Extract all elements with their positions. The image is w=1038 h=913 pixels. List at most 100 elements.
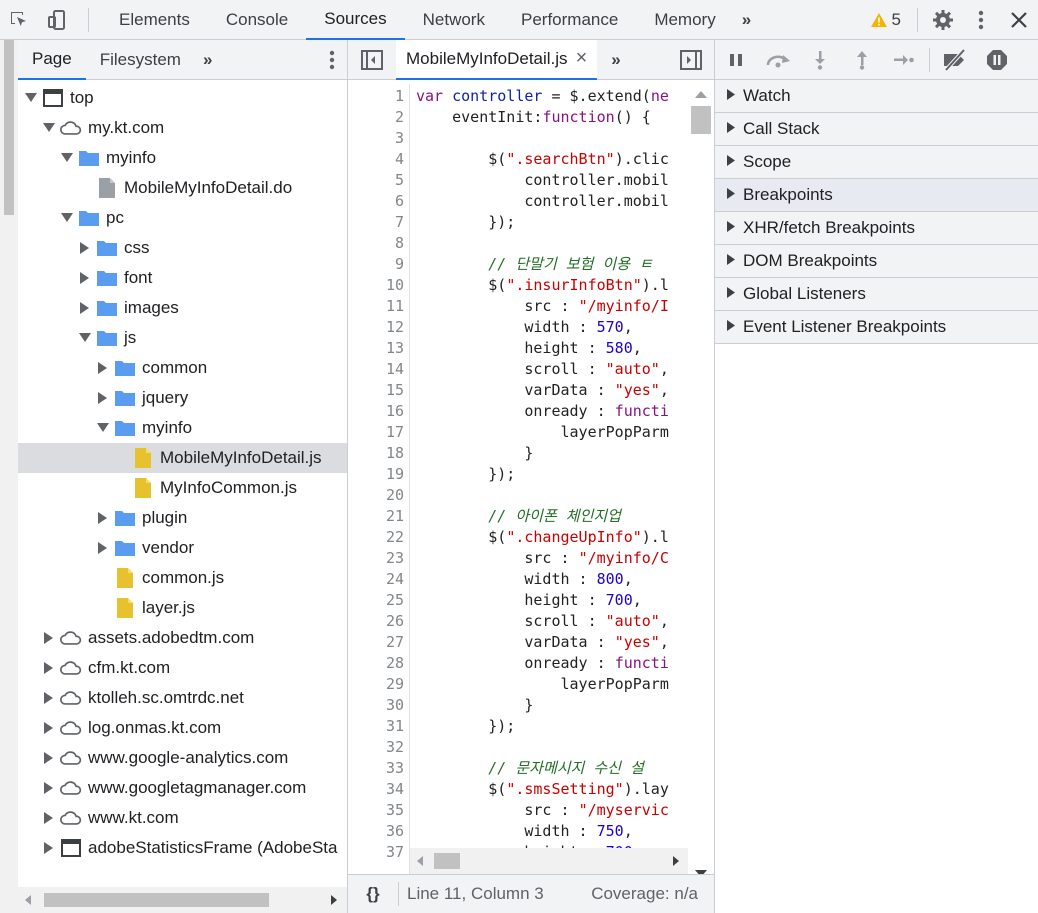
code-line[interactable]: 14 scroll : "auto",	[348, 359, 688, 380]
expanded-arrow-icon[interactable]	[24, 91, 38, 105]
collapsed-arrow-icon[interactable]	[78, 241, 92, 255]
line-number[interactable]: 17	[348, 422, 404, 443]
line-number[interactable]: 9	[348, 254, 404, 275]
scrollbar-thumb[interactable]	[691, 106, 711, 134]
code-line[interactable]: 33 // 문자메시지 수신 설	[348, 758, 688, 779]
expanded-arrow-icon[interactable]	[60, 151, 74, 165]
scroll-left-arrow-icon[interactable]	[24, 895, 32, 905]
tree-item[interactable]: images	[18, 293, 347, 323]
code-line[interactable]: 15 varData : "yes",	[348, 380, 688, 401]
code-line[interactable]: 16 onready : functi	[348, 401, 688, 422]
line-number[interactable]: 27	[348, 632, 404, 653]
tree-item[interactable]: myinfo	[18, 413, 347, 443]
collapsed-arrow-icon[interactable]	[96, 391, 110, 405]
collapsed-arrow-icon[interactable]	[42, 691, 56, 705]
line-number[interactable]: 12	[348, 317, 404, 338]
close-devtools-icon[interactable]	[1000, 0, 1038, 40]
code-line[interactable]: 22 $(".changeUpInfo").l	[348, 527, 688, 548]
line-number[interactable]: 15	[348, 380, 404, 401]
code-line[interactable]: 28 onready : functi	[348, 653, 688, 674]
code-line[interactable]: 18 }	[348, 443, 688, 464]
line-number[interactable]: 23	[348, 548, 404, 569]
more-panels-button[interactable]: »	[734, 0, 759, 40]
line-number[interactable]: 31	[348, 716, 404, 737]
section-xhr-fetch-breakpoints[interactable]: XHR/fetch Breakpoints	[715, 212, 1038, 245]
section-scope[interactable]: Scope	[715, 146, 1038, 179]
pretty-print-button[interactable]: {}	[348, 884, 398, 904]
tree-item[interactable]: common	[18, 353, 347, 383]
step-out-icon[interactable]	[841, 40, 883, 80]
line-number[interactable]: 30	[348, 695, 404, 716]
tab-elements[interactable]: Elements	[101, 0, 208, 40]
step-icon[interactable]	[883, 40, 925, 80]
line-number[interactable]: 5	[348, 170, 404, 191]
code-line[interactable]: 4 $(".searchBtn").clic	[348, 149, 688, 170]
collapsed-arrow-icon[interactable]	[42, 811, 56, 825]
code-line[interactable]: 13 height : 580,	[348, 338, 688, 359]
navigator-menu-icon[interactable]	[317, 50, 347, 70]
line-number[interactable]: 35	[348, 800, 404, 821]
code-line[interactable]: 30 }	[348, 695, 688, 716]
code-line[interactable]: 9 // 단말기 보험 이용 ㅌ	[348, 254, 688, 275]
code-line[interactable]: 29 layerPopParm	[348, 674, 688, 695]
more-navigator-tabs[interactable]: »	[195, 40, 220, 80]
line-number[interactable]: 6	[348, 191, 404, 212]
tree-item[interactable]: myinfo	[18, 143, 347, 173]
code-line[interactable]: 1 var controller = $.extend(ne	[348, 86, 688, 107]
line-number[interactable]: 8	[348, 233, 404, 254]
code-line[interactable]: 27 varData : "yes",	[348, 632, 688, 653]
tree-item[interactable]: vendor	[18, 533, 347, 563]
scroll-left-arrow-icon[interactable]	[416, 856, 424, 866]
tab-sources[interactable]: Sources	[306, 0, 405, 40]
collapsed-arrow-icon[interactable]	[96, 511, 110, 525]
tree-item[interactable]: log.onmas.kt.com	[18, 713, 347, 743]
line-number[interactable]: 16	[348, 401, 404, 422]
navigator-horizontal-scrollbar[interactable]	[18, 887, 347, 913]
tree-item[interactable]: MobileMyInfoDetail.do	[18, 173, 347, 203]
expanded-arrow-icon[interactable]	[42, 121, 56, 135]
code-line[interactable]: 25 height : 700,	[348, 590, 688, 611]
collapsed-arrow-icon[interactable]	[42, 661, 56, 675]
line-number[interactable]: 26	[348, 611, 404, 632]
tree-item[interactable]: adobeStatisticsFrame (AdobeSta	[18, 833, 347, 863]
code-line[interactable]: 5 controller.mobil	[348, 170, 688, 191]
section-breakpoints[interactable]: Breakpoints	[715, 179, 1038, 212]
tree-item[interactable]: cfm.kt.com	[18, 653, 347, 683]
tree-item[interactable]: font	[18, 263, 347, 293]
settings-gear-icon[interactable]	[924, 0, 962, 40]
scrollbar-thumb[interactable]	[4, 40, 14, 215]
code-line[interactable]: 31 });	[348, 716, 688, 737]
collapsed-arrow-icon[interactable]	[42, 721, 56, 735]
tab-filesystem[interactable]: Filesystem	[86, 40, 195, 80]
code-line[interactable]: 19 });	[348, 464, 688, 485]
line-number[interactable]: 7	[348, 212, 404, 233]
code-line[interactable]: 23 src : "/myinfo/C	[348, 548, 688, 569]
line-number[interactable]: 32	[348, 737, 404, 758]
section-event-listener-breakpoints[interactable]: Event Listener Breakpoints	[715, 311, 1038, 344]
code-line[interactable]: 35 src : "/myservic	[348, 800, 688, 821]
warnings-counter[interactable]: 5	[860, 10, 911, 30]
scroll-right-arrow-icon[interactable]	[672, 856, 680, 866]
expanded-arrow-icon[interactable]	[96, 421, 110, 435]
line-number[interactable]: 14	[348, 359, 404, 380]
line-number[interactable]: 11	[348, 296, 404, 317]
code-line[interactable]: 10 $(".insurInfoBtn").l	[348, 275, 688, 296]
tree-item[interactable]: layer.js	[18, 593, 347, 623]
scrollbar-thumb[interactable]	[434, 853, 460, 869]
scrollbar-thumb[interactable]	[44, 893, 269, 907]
source-code-view[interactable]: 1 var controller = $.extend(ne 2 eventInit…	[348, 84, 714, 890]
tab-page[interactable]: Page	[18, 40, 86, 80]
line-number[interactable]: 10	[348, 275, 404, 296]
code-line[interactable]: 36 width : 750,	[348, 821, 688, 842]
collapsed-arrow-icon[interactable]	[96, 541, 110, 555]
line-number[interactable]: 36	[348, 821, 404, 842]
tab-network[interactable]: Network	[405, 0, 503, 40]
tab-performance[interactable]: Performance	[503, 0, 636, 40]
code-line[interactable]: 11 src : "/myinfo/I	[348, 296, 688, 317]
line-number[interactable]: 4	[348, 149, 404, 170]
line-number[interactable]: 29	[348, 674, 404, 695]
toggle-navigator-icon[interactable]	[348, 49, 396, 70]
collapsed-arrow-icon[interactable]	[42, 781, 56, 795]
line-number[interactable]: 28	[348, 653, 404, 674]
code-line[interactable]: 21 // 아이폰 체인지업	[348, 506, 688, 527]
